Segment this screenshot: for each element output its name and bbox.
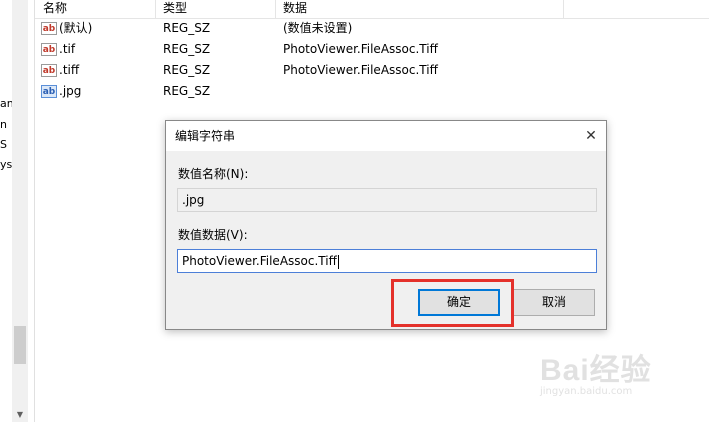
tree-fragment: n — [0, 118, 7, 131]
table-row[interactable]: ab .jpg REG_SZ — [35, 81, 709, 102]
value-data-text: PhotoViewer.FileAssoc.Tiff — [182, 254, 337, 268]
value-data-input[interactable]: PhotoViewer.FileAssoc.Tiff — [177, 249, 597, 273]
column-divider — [275, 0, 276, 18]
values-list-header: 名称 类型 数据 — [35, 0, 709, 19]
value-name-field: .jpg — [177, 188, 597, 212]
value-type: REG_SZ — [163, 42, 211, 56]
watermark-url: jingyan.baidu.com — [540, 386, 633, 397]
column-divider — [563, 0, 564, 18]
dialog-title: 编辑字符串 — [175, 129, 236, 143]
value-name-label: 数值名称(N): — [178, 167, 249, 181]
watermark-logo: Bai经验 — [540, 354, 652, 387]
value-data-label: 数值数据(V): — [178, 228, 248, 242]
column-header-type[interactable]: 类型 — [163, 0, 187, 18]
value-name: .tif — [59, 42, 76, 56]
dialog-titlebar[interactable]: 编辑字符串 ✕ — [166, 121, 606, 151]
table-row[interactable]: ab .tiff REG_SZ PhotoViewer.FileAssoc.Ti… — [35, 60, 709, 81]
value-name: (默认) — [59, 21, 93, 35]
value-name: .jpg — [59, 84, 82, 98]
string-value-icon: ab — [41, 64, 57, 77]
cancel-button[interactable]: 取消 — [513, 289, 595, 316]
value-data: PhotoViewer.FileAssoc.Tiff — [283, 63, 438, 77]
value-name-text: .jpg — [182, 193, 205, 207]
tree-fragment: S — [0, 138, 7, 151]
tree-vertical-scrollbar[interactable]: ▼ — [12, 0, 28, 422]
table-row[interactable]: ab .tif REG_SZ PhotoViewer.FileAssoc.Tif… — [35, 39, 709, 60]
highlight-annotation-box — [391, 279, 514, 327]
text-caret — [337, 254, 339, 269]
value-type: REG_SZ — [163, 63, 211, 77]
column-header-name[interactable]: 名称 — [43, 0, 67, 18]
string-value-icon: ab — [41, 43, 57, 56]
value-data: (数值未设置) — [283, 21, 353, 35]
value-type: REG_SZ — [163, 84, 211, 98]
edit-string-dialog: 编辑字符串 ✕ 数值名称(N): .jpg 数值数据(V): PhotoView… — [165, 120, 607, 330]
scrollbar-thumb[interactable] — [14, 326, 26, 364]
baidu-jingyan-watermark: Bai经验 jingyan.baidu.com — [540, 345, 700, 405]
value-name: .tiff — [59, 63, 80, 77]
table-row[interactable]: ab (默认) REG_SZ (数值未设置) — [35, 18, 709, 39]
close-icon[interactable]: ✕ — [576, 121, 606, 151]
value-data: PhotoViewer.FileAssoc.Tiff — [283, 42, 438, 56]
value-type: REG_SZ — [163, 21, 211, 35]
column-header-data[interactable]: 数据 — [283, 0, 307, 18]
column-divider — [155, 0, 156, 18]
string-value-icon: ab — [41, 22, 57, 35]
scroll-down-arrow-icon[interactable]: ▼ — [12, 408, 28, 422]
string-value-icon: ab — [41, 85, 57, 98]
